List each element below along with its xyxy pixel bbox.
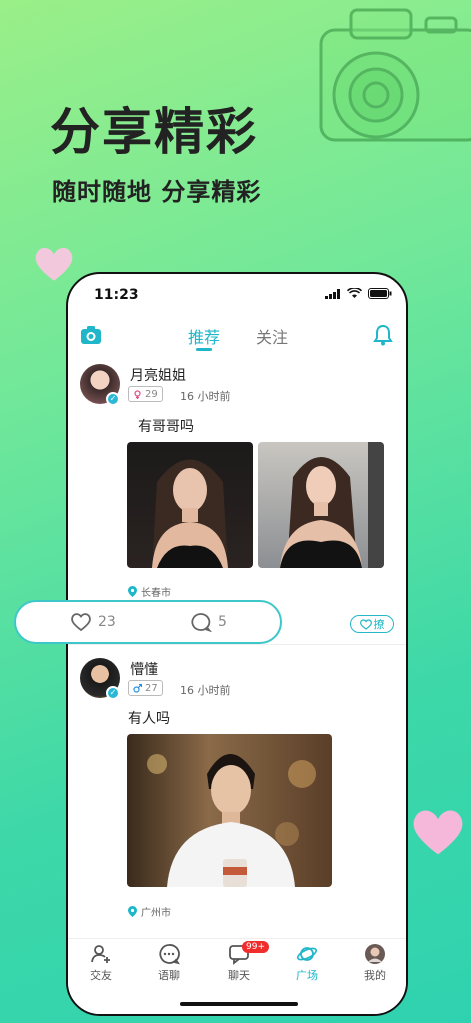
- nav-item-friends[interactable]: 交友: [76, 943, 126, 983]
- tab-recommend[interactable]: 推荐: [188, 324, 220, 348]
- flirt-button[interactable]: 撩: [350, 615, 394, 633]
- portrait-woman-image: [280, 442, 384, 568]
- comment-count: 5: [218, 614, 227, 630]
- bell-icon[interactable]: [372, 324, 394, 346]
- nav-label: 语聊: [158, 969, 180, 982]
- unread-badge: 99+: [242, 941, 269, 953]
- bottom-nav: 交友 语聊 99+ 聊天 广场 我的: [68, 938, 406, 1014]
- signal-icon: [325, 288, 340, 299]
- gender-age-badge: 27: [128, 680, 163, 696]
- nav-label: 我的: [364, 969, 386, 982]
- comment-icon: [191, 613, 212, 632]
- gender-age-badge: 29: [128, 386, 163, 402]
- location-text: 长春市: [141, 588, 171, 599]
- status-bar: 11:23: [68, 274, 406, 318]
- post-content: 有哥哥吗: [138, 419, 194, 435]
- age-value: 29: [145, 388, 158, 400]
- battery-icon: [368, 288, 392, 299]
- verified-icon: ✓: [106, 686, 120, 700]
- nav-item-chat[interactable]: 99+ 聊天: [214, 941, 269, 983]
- heart-decoration-icon: [413, 810, 463, 855]
- wifi-icon: [347, 288, 362, 298]
- hero-title: 分享精彩: [50, 103, 258, 161]
- post-photo[interactable]: [258, 442, 384, 568]
- post-username[interactable]: 懵懂: [130, 659, 158, 679]
- status-icons: [325, 288, 392, 299]
- hero-subtitle: 随时随地 分享精彩: [52, 178, 262, 206]
- nav-label: 交友: [90, 969, 112, 982]
- post-time: 16 小时前: [180, 684, 231, 697]
- post-content: 有人吗: [128, 711, 170, 727]
- post-photo[interactable]: [127, 734, 332, 887]
- portrait-woman-image: [152, 459, 228, 568]
- age-value: 27: [145, 682, 158, 694]
- post-location: 广州市: [128, 904, 171, 919]
- nav-item-voice-chat[interactable]: 语聊: [144, 943, 194, 983]
- heart-outline-icon: [359, 618, 372, 630]
- voice-chat-icon: [159, 944, 180, 965]
- nav-label: 广场: [296, 969, 318, 982]
- tab-indicator: [196, 348, 212, 351]
- home-indicator: [180, 1002, 298, 1006]
- post-username[interactable]: 月亮姐姐: [130, 365, 186, 385]
- like-comment-bar: 23 5: [14, 600, 282, 644]
- friends-icon: [91, 945, 110, 963]
- top-nav: 推荐 关注: [68, 320, 406, 356]
- male-icon: [133, 683, 142, 693]
- portrait-man-image: [147, 754, 316, 887]
- status-time: 11:23: [94, 287, 139, 303]
- verified-icon: ✓: [106, 392, 120, 406]
- phone-frame: 11:23 推荐 关注 ✓ 月亮姐姐 29 16 小时前 有哥哥吗 长春市 撩 …: [66, 272, 408, 1016]
- comment-button[interactable]: 5: [190, 612, 227, 632]
- planet-icon: [296, 947, 318, 961]
- nav-item-me[interactable]: 我的: [350, 943, 400, 983]
- nav-label: 聊天: [228, 969, 250, 982]
- post-photo[interactable]: [127, 442, 253, 568]
- location-text: 广州市: [141, 908, 171, 919]
- post-time: 16 小时前: [180, 390, 231, 403]
- like-button[interactable]: 23: [70, 612, 116, 632]
- location-pin-icon: [128, 586, 137, 597]
- like-count: 23: [98, 614, 116, 630]
- post-divider: [68, 644, 406, 645]
- avatar-icon: [365, 944, 385, 964]
- flirt-label: 撩: [373, 618, 385, 631]
- nav-item-square[interactable]: 广场: [282, 943, 332, 983]
- camera-illustration: [319, 8, 471, 142]
- location-pin-icon: [128, 906, 137, 917]
- female-icon: [134, 389, 141, 399]
- heart-icon: [71, 613, 91, 632]
- tab-following[interactable]: 关注: [256, 324, 288, 348]
- camera-icon[interactable]: [80, 324, 102, 346]
- post-location: 长春市: [128, 584, 171, 599]
